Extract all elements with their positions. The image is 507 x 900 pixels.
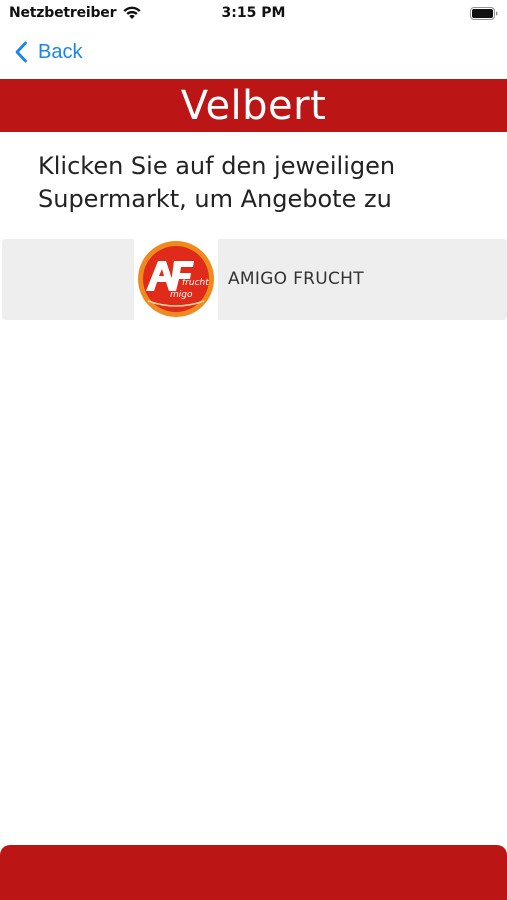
- amigo-frucht-logo: frucht migo: [138, 241, 214, 317]
- bottom-bar: [0, 845, 507, 900]
- page-title: Velbert: [180, 82, 327, 129]
- clock-time: 3:15 PM: [221, 5, 286, 21]
- market-name: AMIGO FRUCHT: [228, 269, 364, 289]
- back-button[interactable]: Back: [14, 36, 82, 68]
- title-banner: Velbert: [0, 79, 507, 132]
- status-bar: Netzbetreiber 3:15 PM: [0, 0, 507, 28]
- back-label: Back: [38, 40, 83, 63]
- instruction-text: Klicken Sie auf den jeweiligen Supermark…: [38, 152, 396, 213]
- battery-icon: [470, 7, 498, 20]
- market-row-amigo-frucht[interactable]: frucht migo AMIGO FRUCHT: [2, 239, 507, 320]
- chevron-left-icon: [15, 41, 27, 63]
- market-logo-container: frucht migo: [134, 239, 218, 320]
- svg-text:frucht: frucht: [182, 278, 209, 288]
- svg-text:migo: migo: [170, 290, 193, 300]
